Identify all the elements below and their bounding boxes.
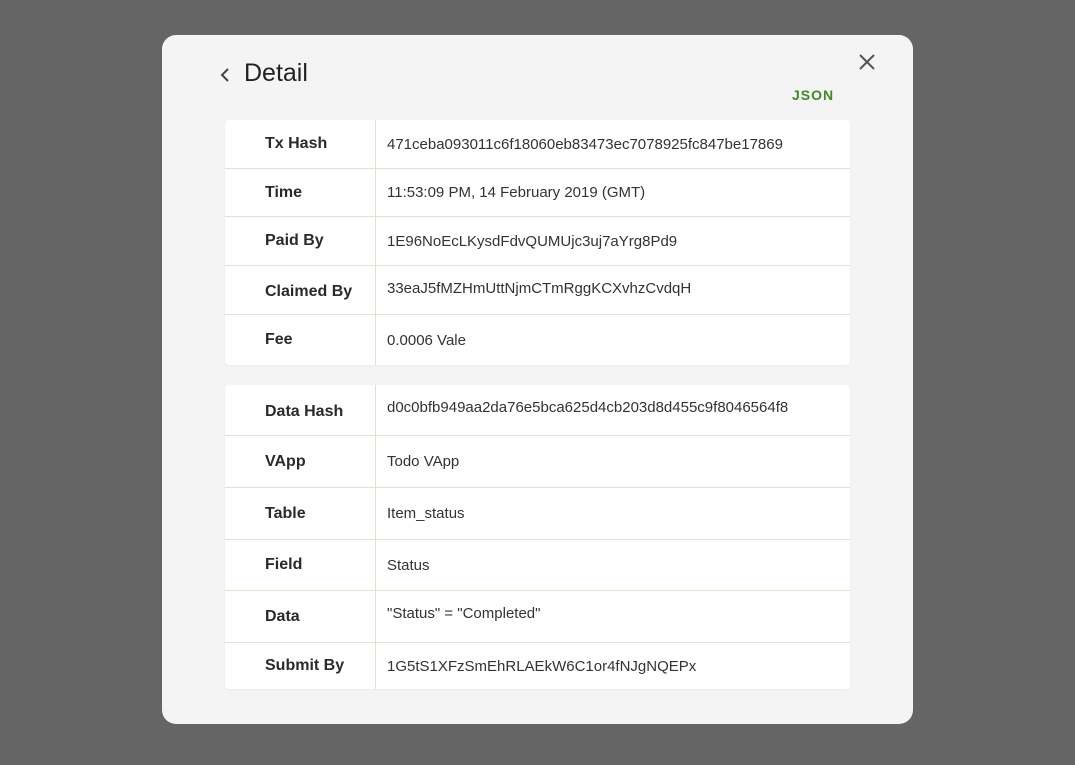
row-value: "Status" = "Completed" (387, 605, 541, 622)
row-value: Item_status (387, 505, 465, 522)
detail-row-field: Field Status (225, 540, 850, 591)
chevron-left-icon[interactable] (217, 65, 233, 85)
page-title: Detail (244, 59, 308, 87)
row-value: 1E96NoEcLKysdFdvQUMUjc3uj7aYrg8Pd9 (387, 232, 678, 250)
detail-row-claimed-by: Claimed By 33eaJ5fMZHmUttNjmCTmRggKCXvhz… (225, 266, 850, 315)
detail-row-submit-by: Submit By 1G5tS1XFzSmEhRLAEkW6C1or4fNJgN… (225, 643, 850, 689)
detail-row-data-hash: Data Hash d0c0bfb949aa2da76e5bca625d4cb2… (225, 385, 850, 436)
row-value: Status (387, 556, 430, 574)
row-label: Tx Hash (225, 120, 376, 168)
row-value: 33eaJ5fMZHmUttNjmCTmRggKCXvhzCvdqH (387, 280, 692, 297)
close-icon[interactable] (856, 51, 878, 73)
row-label: Data (225, 591, 376, 642)
json-button[interactable]: JSON (792, 87, 834, 103)
row-label: Time (225, 169, 376, 216)
row-value: Todo VApp (387, 453, 460, 470)
detail-modal: Detail JSON Tx Hash 471ceba093011c6f1806… (162, 35, 913, 724)
detail-row-data: Data "Status" = "Completed" (225, 591, 850, 643)
row-value: 11:53:09 PM, 14 February 2019 (GMT) (387, 184, 646, 201)
row-label: Data Hash (225, 385, 376, 435)
detail-row-time: Time 11:53:09 PM, 14 February 2019 (GMT) (225, 169, 850, 217)
row-label: Claimed By (225, 266, 376, 314)
row-value: d0c0bfb949aa2da76e5bca625d4cb203d8d455c9… (387, 399, 789, 416)
row-label: Submit By (225, 643, 376, 689)
detail-row-table: Table Item_status (225, 488, 850, 540)
row-value: 471ceba093011c6f18060eb83473ec7078925fc8… (387, 135, 783, 153)
row-label: Table (225, 488, 376, 539)
row-label: Field (225, 540, 376, 590)
row-value: 1G5tS1XFzSmEhRLAEkW6C1or4fNJgNQEPx (387, 657, 697, 675)
row-label: Paid By (225, 217, 376, 265)
row-label: VApp (225, 436, 376, 487)
detail-row-paid-by: Paid By 1E96NoEcLKysdFdvQUMUjc3uj7aYrg8P… (225, 217, 850, 266)
row-value: 0.0006 Vale (387, 331, 466, 349)
row-label: Fee (225, 315, 376, 365)
detail-row-fee: Fee 0.0006 Vale (225, 315, 850, 365)
transaction-card: Tx Hash 471ceba093011c6f18060eb83473ec70… (225, 120, 850, 365)
data-card: Data Hash d0c0bfb949aa2da76e5bca625d4cb2… (225, 385, 850, 689)
detail-row-tx-hash: Tx Hash 471ceba093011c6f18060eb83473ec70… (225, 120, 850, 169)
detail-row-vapp: VApp Todo VApp (225, 436, 850, 488)
